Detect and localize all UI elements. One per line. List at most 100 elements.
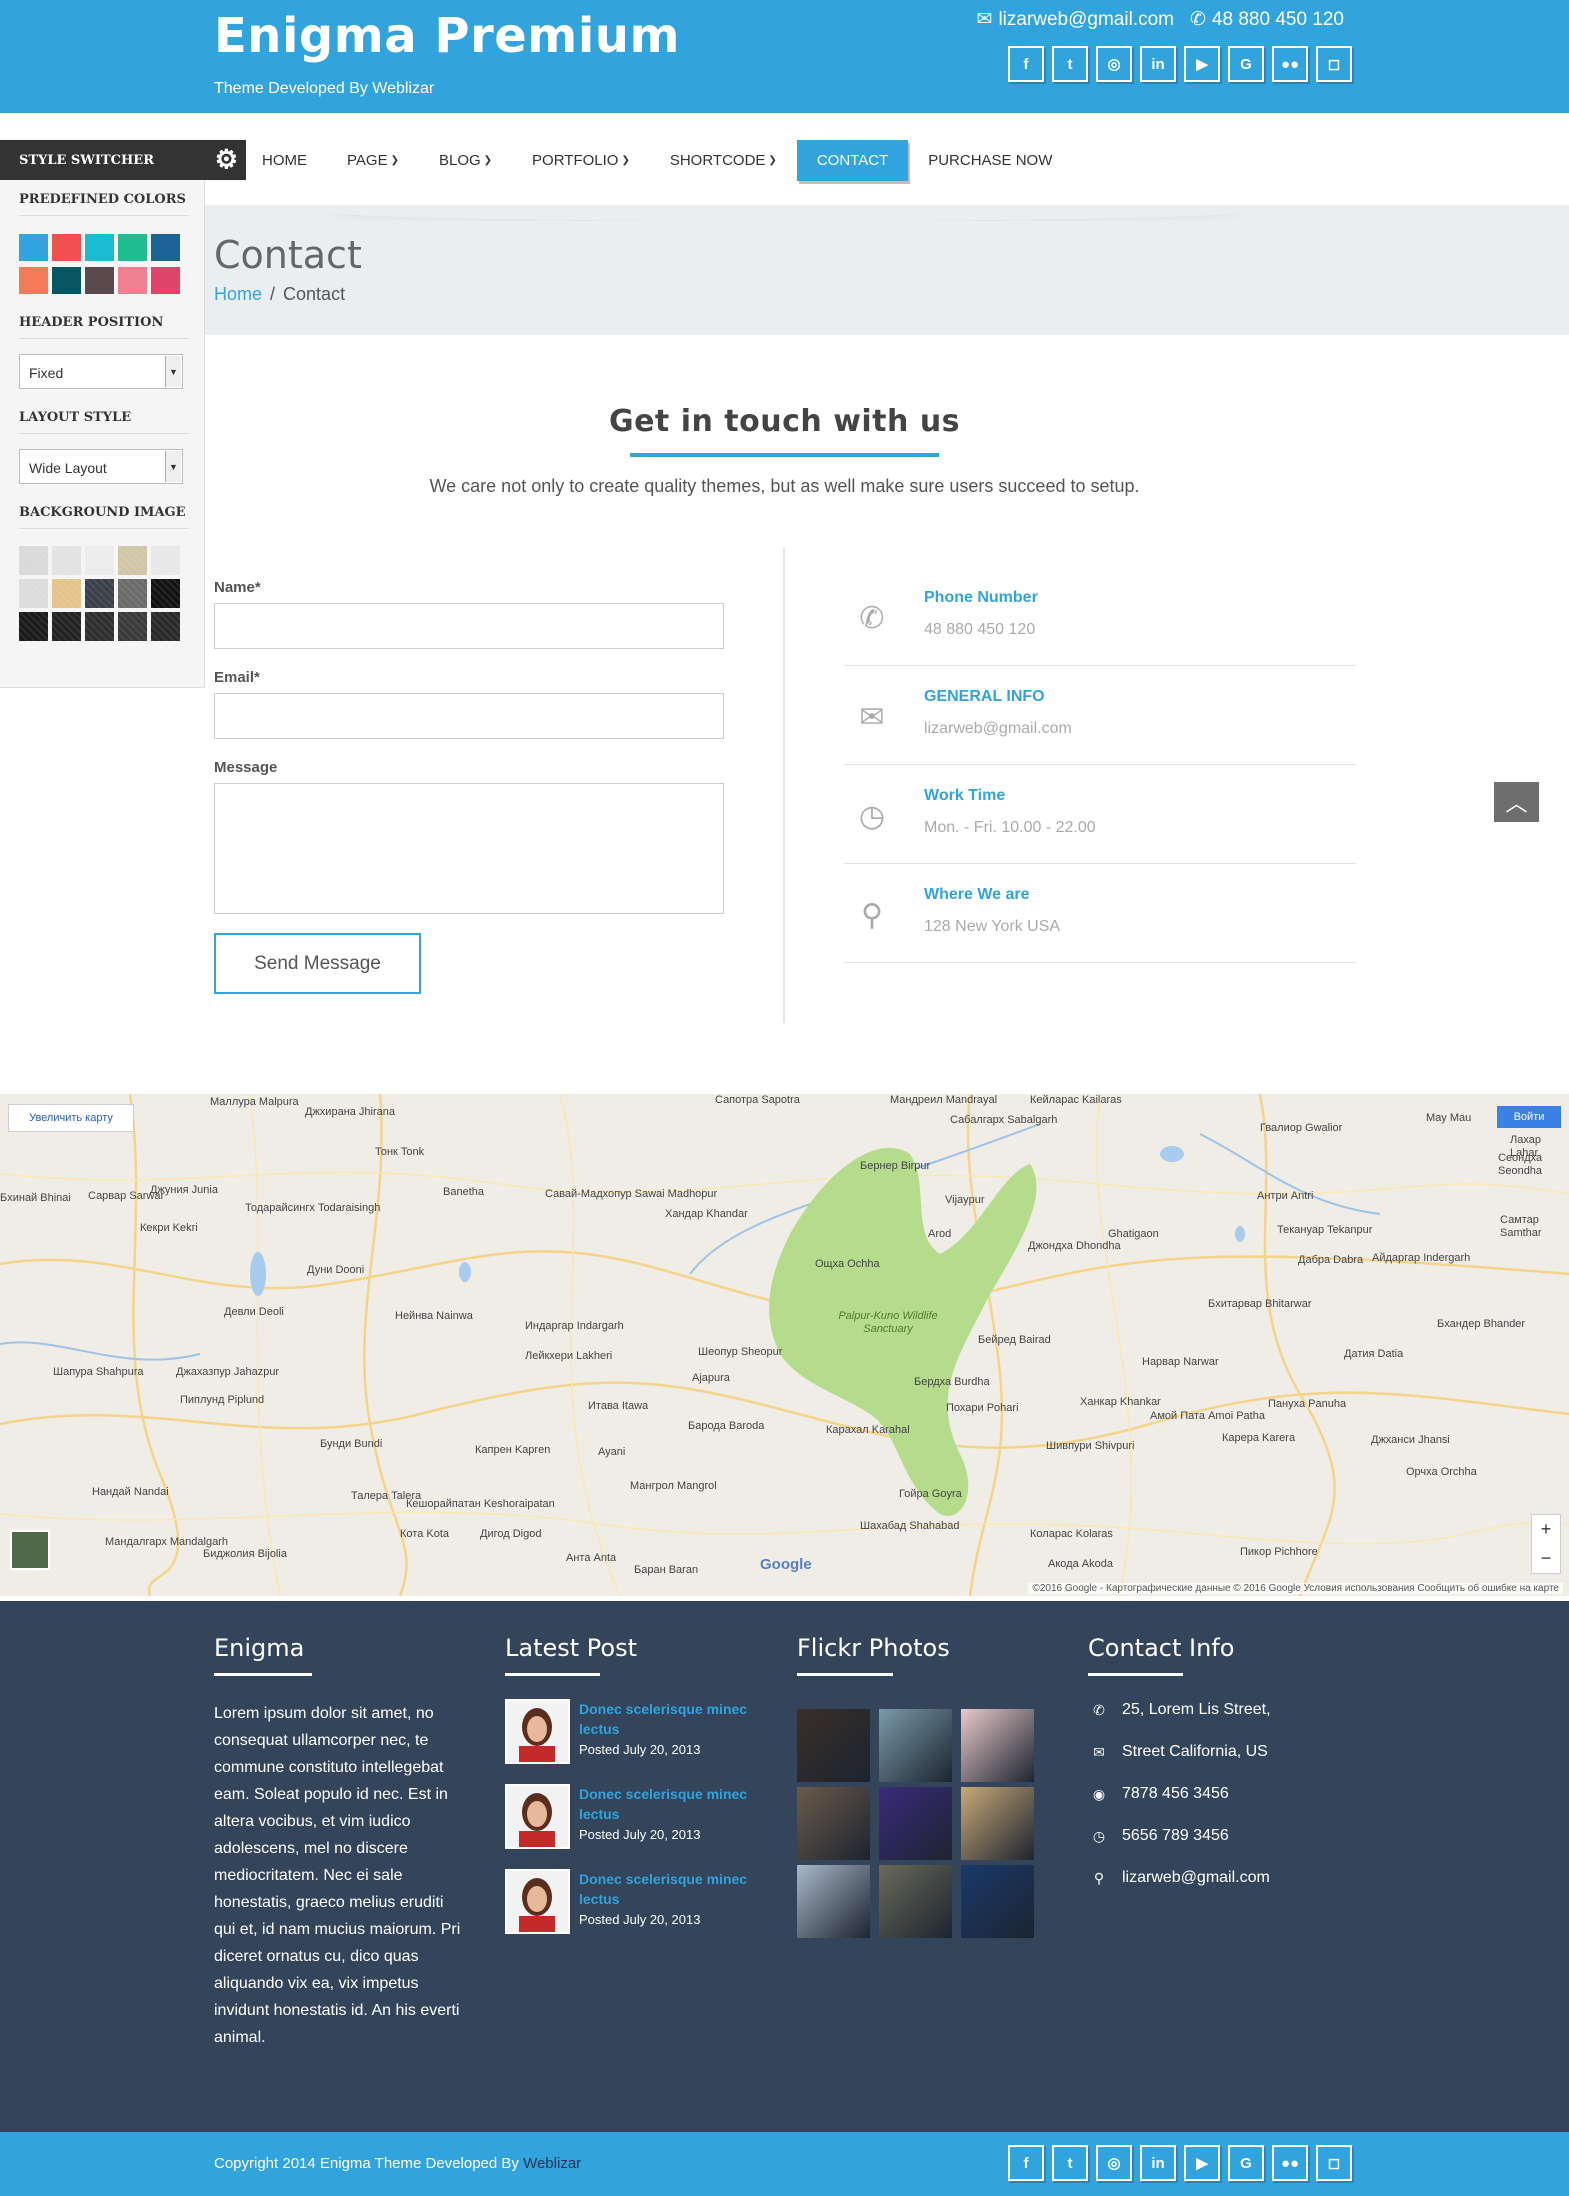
footer-post[interactable]: Donec scelerisque minec lectus Posted Ju… xyxy=(505,1699,765,1767)
color-swatch[interactable] xyxy=(19,267,48,294)
facebook-icon[interactable]: f xyxy=(1008,46,1044,82)
flickr-photo[interactable] xyxy=(797,1787,870,1860)
google-plus-icon[interactable]: G xyxy=(1228,46,1264,82)
gear-icon[interactable]: ⚙ xyxy=(215,145,238,175)
background-tile[interactable] xyxy=(19,546,48,575)
map-place-label: Ощха Ochha xyxy=(815,1258,880,1270)
message-textarea[interactable] xyxy=(214,783,724,914)
background-tile[interactable] xyxy=(85,579,114,608)
zoom-in-button[interactable]: + xyxy=(1541,1519,1552,1540)
email-input[interactable] xyxy=(214,693,724,739)
map-place-label: Коларас Kolaras xyxy=(1030,1528,1113,1540)
flickr-photo[interactable] xyxy=(879,1709,952,1782)
flickr-photo[interactable] xyxy=(879,1865,952,1938)
name-input[interactable] xyxy=(214,603,724,649)
background-tile[interactable] xyxy=(151,612,180,641)
map-place-label: Ханкар Khankar xyxy=(1080,1396,1161,1408)
youtube-icon[interactable]: ▶ xyxy=(1184,46,1220,82)
map-place-label: Джхирана Jhirana xyxy=(305,1106,396,1118)
background-tile[interactable] xyxy=(52,579,81,608)
background-tile[interactable] xyxy=(118,579,147,608)
color-swatch[interactable] xyxy=(52,267,81,294)
color-swatch[interactable] xyxy=(19,234,48,261)
dribbble-icon[interactable]: ◎ xyxy=(1096,2145,1132,2181)
background-tile[interactable] xyxy=(118,612,147,641)
send-message-button[interactable]: Send Message xyxy=(214,933,421,994)
developer-link[interactable]: Weblizar xyxy=(523,2155,581,2172)
site-brand[interactable]: Enigma Premium xyxy=(214,8,680,64)
zoom-out-button[interactable]: − xyxy=(1541,1548,1552,1569)
map-place-label: Датия Datia xyxy=(1344,1348,1404,1360)
dribbble-icon[interactable]: ◎ xyxy=(1096,46,1132,82)
nav-home[interactable]: HOME xyxy=(242,140,327,181)
twitter-icon[interactable]: t xyxy=(1052,2145,1088,2181)
instagram-icon[interactable]: ◻ xyxy=(1316,46,1352,82)
background-tile[interactable] xyxy=(52,546,81,575)
background-tile[interactable] xyxy=(85,546,114,575)
nav-portfolio[interactable]: PORTFOLIO ❯ xyxy=(512,140,650,181)
color-swatch[interactable] xyxy=(118,267,147,294)
background-tile[interactable] xyxy=(151,579,180,608)
map-place-label: Барaн Baran xyxy=(634,1564,699,1576)
post-thumbnail[interactable] xyxy=(505,1784,570,1849)
background-tile[interactable] xyxy=(52,612,81,641)
linkedin-icon[interactable]: in xyxy=(1140,46,1176,82)
top-email[interactable]: ✉ lizarweb@gmail.com xyxy=(977,8,1174,31)
google-plus-icon[interactable]: G xyxy=(1228,2145,1264,2181)
instagram-icon[interactable]: ◻ xyxy=(1316,2145,1352,2181)
nav-blog[interactable]: BLOG ❯ xyxy=(419,140,512,181)
footer-contact-address: ✆ 25, Lorem Lis Street, xyxy=(1088,1701,1270,1719)
post-title[interactable]: Donec scelerisque minec lectus xyxy=(579,1699,759,1739)
nav-contact[interactable]: CONTACT xyxy=(796,140,909,181)
flickr-icon[interactable]: ●● xyxy=(1272,46,1308,82)
flickr-photo[interactable] xyxy=(797,1865,870,1938)
post-thumbnail[interactable] xyxy=(505,1699,570,1764)
flickr-photo[interactable] xyxy=(961,1709,1034,1782)
nav-shortcode[interactable]: SHORTCODE ❯ xyxy=(650,140,797,181)
color-swatch[interactable] xyxy=(52,234,81,261)
scroll-to-top-button[interactable]: ︿ xyxy=(1494,782,1539,822)
flickr-photo[interactable] xyxy=(797,1709,870,1782)
flickr-photo[interactable] xyxy=(961,1865,1034,1938)
background-tile[interactable] xyxy=(118,546,147,575)
background-tile[interactable] xyxy=(19,579,48,608)
youtube-icon[interactable]: ▶ xyxy=(1184,2145,1220,2181)
background-tile[interactable] xyxy=(85,612,114,641)
nav-purchase[interactable]: PURCHASE NOW xyxy=(908,140,1072,181)
map-place-label: Бхандер Bhander xyxy=(1437,1318,1526,1330)
predefined-colors-label: PREDEFINED COLORS xyxy=(19,192,189,216)
color-swatch[interactable] xyxy=(151,234,180,261)
footer-post[interactable]: Donec scelerisque minec lectus Posted Ju… xyxy=(505,1869,765,1937)
background-tile[interactable] xyxy=(19,612,48,641)
header-position-label: HEADER POSITION xyxy=(19,315,189,339)
breadcrumb-home[interactable]: Home xyxy=(214,284,262,304)
map-place-label: Джханси Jhansi xyxy=(1371,1434,1450,1446)
flickr-photo[interactable] xyxy=(961,1787,1034,1860)
footer-post[interactable]: Donec scelerisque minec lectus Posted Ju… xyxy=(505,1784,765,1852)
map-place-label: Сапотра Sapotra xyxy=(715,1094,800,1106)
post-thumbnail[interactable] xyxy=(505,1869,570,1934)
facebook-icon[interactable]: f xyxy=(1008,2145,1044,2181)
footer-contact-email[interactable]: ⚲ lizarweb@gmail.com xyxy=(1088,1869,1270,1887)
satellite-toggle[interactable] xyxy=(10,1530,50,1570)
header-position-select[interactable]: Fixed ▼ xyxy=(19,354,183,389)
color-swatch[interactable] xyxy=(85,234,114,261)
background-tile[interactable] xyxy=(151,546,180,575)
twitter-icon[interactable]: t xyxy=(1052,46,1088,82)
google-logo: Google xyxy=(760,1556,812,1573)
flickr-icon[interactable]: ●● xyxy=(1272,2145,1308,2181)
post-title[interactable]: Donec scelerisque minec lectus xyxy=(579,1784,759,1824)
nav-contact-label: CONTACT xyxy=(816,152,889,169)
map-place-label: Мангрол Mangrol xyxy=(630,1480,717,1492)
flickr-photo[interactable] xyxy=(879,1787,952,1860)
map-login-button[interactable]: Войти xyxy=(1497,1106,1561,1128)
linkedin-icon[interactable]: in xyxy=(1140,2145,1176,2181)
color-swatch[interactable] xyxy=(118,234,147,261)
google-map[interactable]: Palpur-Kuno Wildlife Sanctuary Маллура M… xyxy=(0,1094,1569,1596)
post-title[interactable]: Donec scelerisque minec lectus xyxy=(579,1869,759,1909)
color-swatch[interactable] xyxy=(85,267,114,294)
color-swatch[interactable] xyxy=(151,267,180,294)
nav-page[interactable]: PAGE ❯ xyxy=(327,140,419,181)
style-switcher-header[interactable]: STYLE SWITCHER ⚙ xyxy=(0,140,246,180)
enlarge-map-button[interactable]: Увеличить карту xyxy=(8,1104,134,1132)
